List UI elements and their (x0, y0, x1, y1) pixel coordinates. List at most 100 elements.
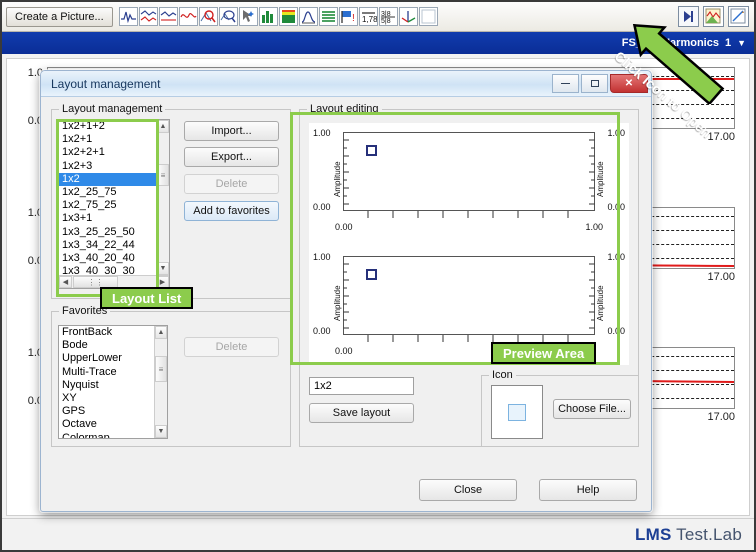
list-item[interactable]: 1x3_34_22_44 (59, 239, 156, 252)
y-tick-min-left: 0.00 (313, 326, 331, 336)
close-button[interactable]: Close (419, 479, 517, 501)
background-y-max: 1.0 (27, 67, 43, 79)
import-button[interactable]: Import... (184, 121, 279, 141)
list-item[interactable]: 1x2_25_75 (59, 186, 156, 199)
preview-area-callout: Preview Area (491, 342, 597, 364)
x-tick-min: 0.00 (335, 346, 353, 356)
toolbar-right-group (675, 6, 750, 27)
background-y-min: 0.0 (27, 115, 43, 127)
minimize-icon[interactable] (552, 73, 579, 93)
list-item-selected[interactable]: 1x2 (59, 172, 156, 186)
status-bar: LMS Test.Lab (2, 518, 754, 550)
close-icon[interactable]: ✕ (610, 73, 648, 93)
list-item[interactable]: 1x3_25_25_50 (59, 226, 156, 239)
dialog-window-controls: ✕ (550, 73, 651, 94)
list-item[interactable]: 1x3_40_30_30 (59, 265, 156, 275)
annotate-icon[interactable] (728, 6, 749, 27)
scroll-thumb[interactable]: ≡ (157, 164, 169, 186)
scroll-left-arrow-icon[interactable]: ◀ (59, 276, 72, 288)
picture-edit-icon[interactable] (703, 6, 724, 27)
list-lines-icon[interactable] (318, 7, 338, 26)
layout-name-input[interactable]: 1x2 (309, 377, 414, 395)
export-button[interactable]: Export... (184, 147, 279, 167)
list-item[interactable]: Nyquist (59, 379, 154, 392)
main-toolbar: Create a Picture... ! 1,78 3|8 5|8 (2, 2, 754, 32)
y-tick-min-right: 0.00 (607, 202, 625, 212)
list-item[interactable]: Octave (59, 418, 154, 431)
background-x-label: 17.00 (707, 131, 735, 143)
fraction-icon[interactable]: 3|8 5|8 (378, 7, 398, 26)
favorites-list-items[interactable]: FrontBack Bode UpperLower Multi-Trace Ny… (59, 326, 154, 438)
x-tick-min: 0.00 (335, 222, 353, 232)
svg-text:!: ! (352, 13, 355, 24)
list-item[interactable]: 1x3+1 (59, 212, 156, 225)
page-number: 1 (724, 37, 732, 49)
zoom-region-icon[interactable] (218, 7, 238, 26)
peak-plot-icon[interactable] (298, 7, 318, 26)
y-axis-label-left: Amplitude (333, 161, 342, 197)
list-item[interactable]: 1x2_75_25 (59, 199, 156, 212)
preview-panel[interactable]: 1.00 0.00 1.00 0.00 Amplitude Amplitude (309, 123, 629, 241)
list-item[interactable]: Colormap (59, 432, 154, 439)
list-item[interactable]: Multi-Trace (59, 366, 154, 379)
scroll-down-arrow-icon[interactable]: ▼ (157, 262, 169, 275)
save-layout-button[interactable]: Save layout (309, 403, 414, 423)
list-item[interactable]: GPS (59, 405, 154, 418)
favorites-vertical-scrollbar[interactable]: ▲ ≡ ▼ (154, 326, 167, 438)
y-tick-min-left: 0.00 (313, 202, 331, 212)
dialog-titlebar[interactable]: Layout management ✕ (41, 71, 651, 97)
axis-3d-icon[interactable] (398, 7, 418, 26)
layout-list-callout: Layout List (100, 287, 194, 309)
list-item[interactable]: XY (59, 392, 154, 405)
document-title: FS_All_Harmonics (621, 37, 719, 49)
step-forward-icon[interactable] (678, 6, 699, 27)
dialog-title: Layout management (51, 76, 161, 91)
chevron-down-icon[interactable]: ▼ (737, 38, 746, 48)
icon-preview[interactable] (491, 385, 543, 439)
list-item[interactable]: 1x2+1 (59, 133, 156, 146)
maximize-icon[interactable] (581, 73, 608, 93)
help-button[interactable]: Help (539, 479, 637, 501)
flag-alert-icon[interactable]: ! (338, 7, 358, 26)
background-y-min: 0.0 (27, 395, 43, 407)
x-tick-max: 1.00 (585, 222, 603, 232)
create-picture-button[interactable]: Create a Picture... (6, 6, 113, 27)
wave-blue-icon[interactable] (158, 7, 178, 26)
list-item[interactable]: 1x3_40_20_40 (59, 252, 156, 265)
layout-list-items[interactable]: 1x2+1+2 1x2+1 1x2+2+1 1x2+3 1x2 1x2_25_7… (59, 120, 156, 275)
scroll-down-arrow-icon[interactable]: ▼ (155, 425, 167, 438)
waveform-icon[interactable] (118, 7, 138, 26)
add-to-favorites-button[interactable]: Add to favorites (184, 201, 279, 221)
choose-file-button[interactable]: Choose File... (553, 399, 631, 419)
svg-text:1,78: 1,78 (362, 15, 377, 24)
background-x-label: 17.00 (707, 271, 735, 283)
application-window: Create a Picture... ! 1,78 3|8 5|8 FS_Al… (0, 0, 756, 552)
list-item[interactable]: 1x2+2+1 (59, 146, 156, 159)
spectrum-icon[interactable] (138, 7, 158, 26)
list-item[interactable]: 1x2+3 (59, 160, 156, 173)
brand-bold: LMS (635, 524, 672, 544)
list-item[interactable]: Bode (59, 339, 154, 352)
scroll-up-arrow-icon[interactable]: ▲ (155, 326, 167, 339)
blank-icon[interactable] (418, 7, 438, 26)
preview-area[interactable]: 1.00 0.00 1.00 0.00 Amplitude Amplitude (309, 123, 629, 365)
sine-red-icon[interactable] (178, 7, 198, 26)
list-item[interactable]: 1x2+1+2 (59, 120, 156, 133)
y-axis-label-right: Amplitude (596, 285, 605, 321)
bar-chart-icon[interactable] (258, 7, 278, 26)
layout-editing-group-label: Layout editing (307, 103, 382, 115)
scroll-thumb[interactable]: ≡ (155, 356, 167, 382)
cursor-star-icon[interactable] (238, 7, 258, 26)
y-axis-label-left: Amplitude (333, 285, 342, 321)
numeric-178-icon[interactable]: 1,78 (358, 7, 378, 26)
y-tick-max-left: 1.00 (313, 252, 331, 262)
layout-list-vertical-scrollbar[interactable]: ▲ ≡ ▼ (156, 120, 169, 275)
magnifier-icon[interactable] (198, 7, 218, 26)
colormap-icon[interactable] (278, 7, 298, 26)
list-item[interactable]: UpperLower (59, 352, 154, 365)
icon-group-label: Icon (489, 369, 516, 381)
scroll-up-arrow-icon[interactable]: ▲ (157, 120, 169, 133)
layout-list[interactable]: 1x2+1+2 1x2+1 1x2+2+1 1x2+3 1x2 1x2_25_7… (58, 119, 170, 289)
list-item[interactable]: FrontBack (59, 326, 154, 339)
favorites-list[interactable]: FrontBack Bode UpperLower Multi-Trace Ny… (58, 325, 168, 439)
